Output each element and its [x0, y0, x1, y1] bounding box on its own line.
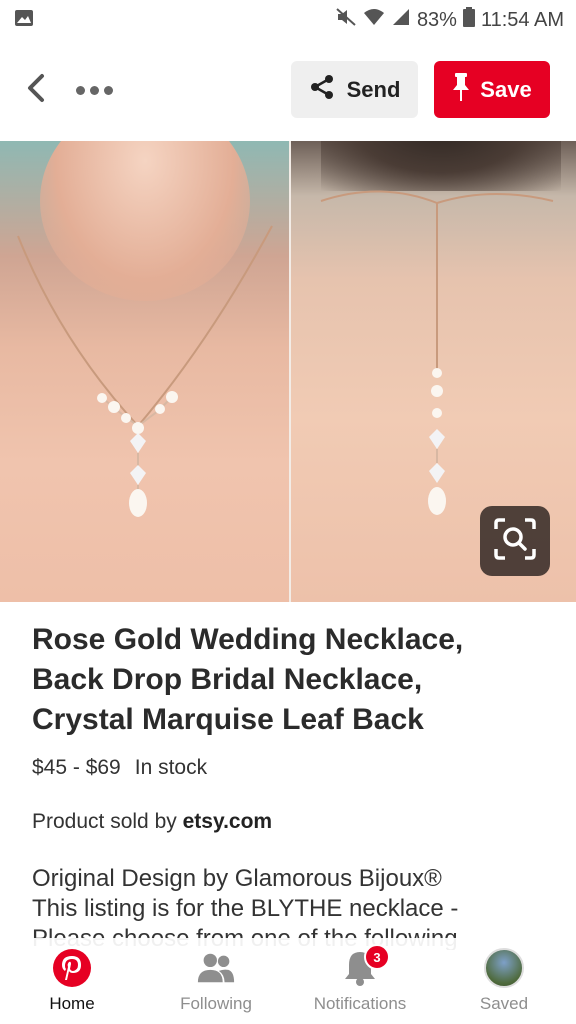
more-icon	[75, 85, 85, 95]
nav-notifications-label: Notifications	[313, 994, 407, 1013]
nav-home[interactable]: Home	[0, 938, 144, 1024]
nav-home-label: Home	[49, 994, 95, 1013]
status-bar: 83% 11:54 AM	[0, 0, 576, 40]
lens-icon	[493, 517, 537, 566]
pin-title: Rose Gold Wedding Necklace, Back Drop Br…	[32, 623, 464, 736]
necklace-front-illustration	[17, 225, 273, 517]
necklace-front-photo	[0, 141, 289, 602]
back-button[interactable]	[18, 70, 54, 110]
stock-status: In stock	[134, 756, 208, 779]
more-options-button[interactable]	[70, 74, 118, 106]
seller-prefix: Product sold by	[32, 810, 177, 833]
send-label: Send	[346, 76, 401, 102]
visual-search-button[interactable]	[480, 506, 550, 576]
notifications-badge: 3	[364, 944, 390, 970]
nav-saved[interactable]: Saved	[432, 938, 576, 1024]
bottom-nav: Home Following 3 Notifications Saved	[0, 938, 576, 1024]
nav-following-label: Following	[180, 994, 252, 1013]
people-icon	[196, 948, 236, 988]
bell-icon: 3	[340, 944, 390, 988]
wifi-icon	[363, 8, 385, 32]
back-icon	[25, 73, 47, 108]
pin-header: Send Save	[0, 40, 576, 140]
nav-saved-label: Saved	[479, 994, 529, 1013]
seller-row: Product sold by etsy.com	[32, 810, 544, 834]
signal-icon	[391, 8, 411, 32]
battery-percent: 83%	[416, 8, 457, 31]
nav-following[interactable]: Following	[144, 938, 288, 1024]
pinterest-logo-icon	[52, 948, 92, 988]
price-row: $45 - $69 In stock	[32, 756, 544, 780]
nav-notifications[interactable]: 3 Notifications	[288, 938, 432, 1024]
save-button[interactable]: Save	[434, 61, 550, 118]
seller-link[interactable]: etsy.com	[183, 810, 273, 833]
pin-icon	[452, 72, 470, 108]
save-label: Save	[480, 76, 532, 102]
clock: 11:54 AM	[480, 8, 564, 31]
send-button[interactable]: Send	[291, 61, 418, 118]
avatar	[484, 948, 524, 988]
image-icon	[14, 9, 34, 32]
battery-icon	[462, 7, 475, 33]
share-icon	[309, 74, 335, 106]
mute-icon	[335, 7, 357, 33]
price: $45 - $69	[32, 756, 121, 779]
pin-details: Rose Gold Wedding Necklace, Back Drop Br…	[0, 602, 576, 950]
